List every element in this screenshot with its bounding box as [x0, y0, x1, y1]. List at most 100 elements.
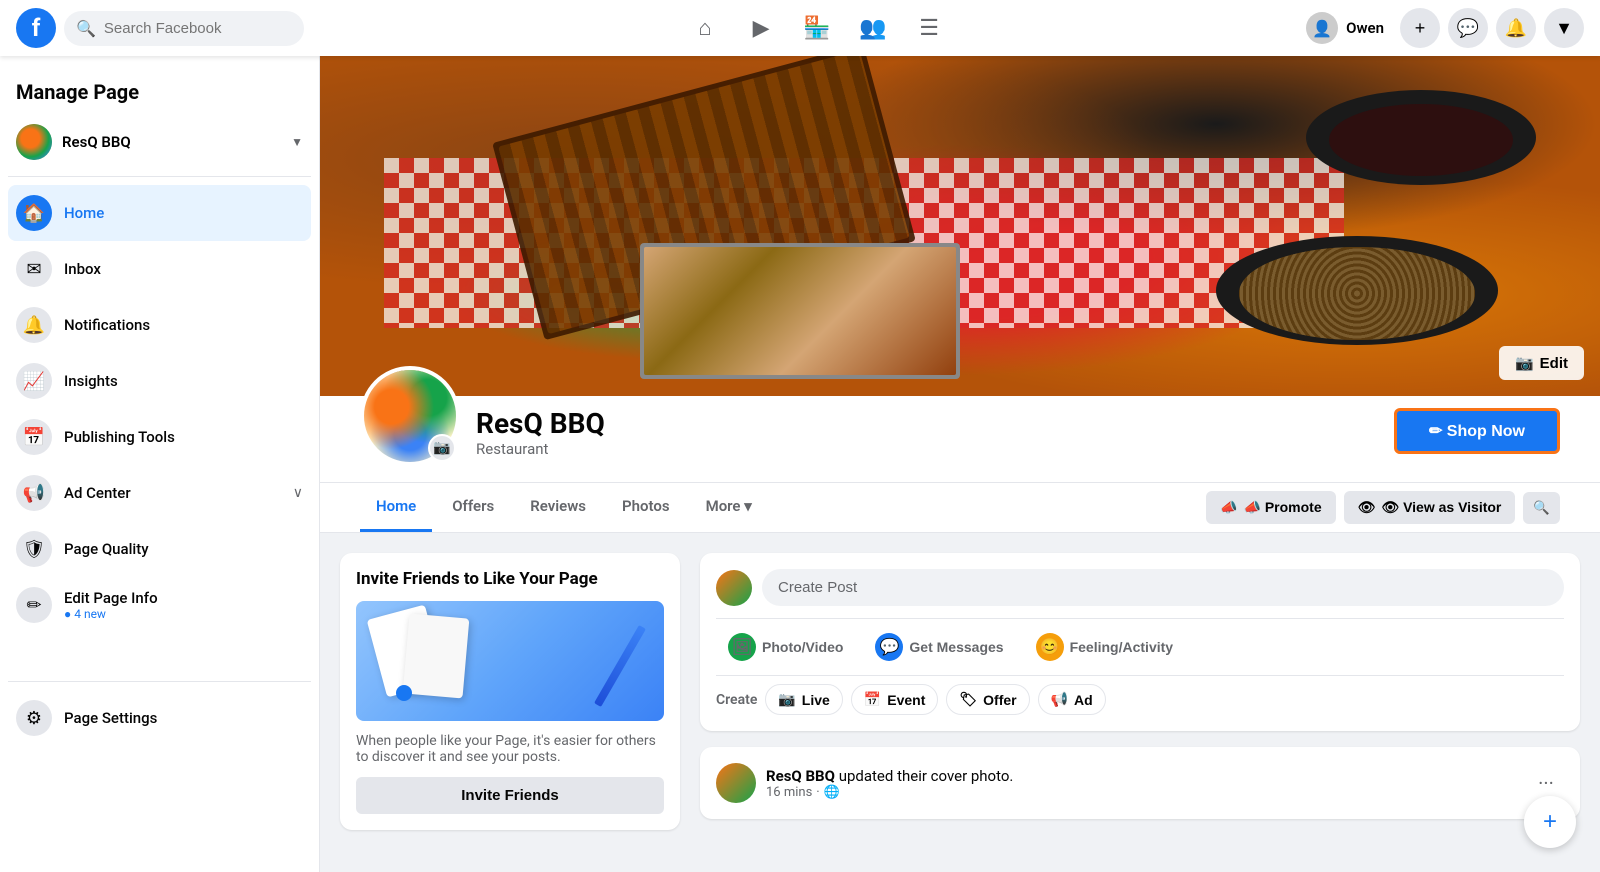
cover-photo: 📷 Edit: [320, 56, 1600, 396]
live-label: Live: [802, 692, 830, 708]
sidebar-item-ad-center[interactable]: 📢 Ad Center ∨: [8, 465, 311, 521]
create-post-divider: [716, 618, 1564, 619]
page-text-info: ResQ BBQ Restaurant: [476, 407, 1378, 466]
create-post-placeholder: Create Post: [778, 579, 857, 596]
insights-icon: 📈: [16, 363, 52, 399]
page-actions: ✏ Shop Now: [1394, 408, 1560, 466]
create-post-area: Create Post 🖼 Photo/Video 💬 Get Messages: [700, 553, 1580, 830]
topnav-left: f 🔍: [16, 8, 336, 48]
sidebar-item-label-page-quality: Page Quality: [64, 540, 303, 558]
tab-more[interactable]: More ▾: [690, 483, 768, 532]
nav-menu-button[interactable]: ☰: [905, 4, 953, 52]
gear-icon: ⚙: [16, 700, 52, 736]
globe-icon: ·: [816, 785, 819, 800]
dot1: [396, 685, 412, 701]
offer-button[interactable]: 🏷 Offer: [946, 684, 1029, 715]
layout: Manage Page ResQ BBQ ▼ 🏠 Home ✉ Inbox 🔔 …: [0, 56, 1600, 872]
offer-label: Offer: [983, 692, 1016, 708]
create-post-header: Create Post: [716, 569, 1564, 606]
tab-photos[interactable]: Photos: [606, 483, 686, 532]
facebook-logo[interactable]: f: [16, 8, 56, 48]
offer-icon: 🏷: [959, 691, 977, 708]
page-logo-wrap: 📷: [360, 366, 460, 466]
shop-now-button[interactable]: ✏ Shop Now: [1394, 408, 1560, 454]
view-as-visitor-button[interactable]: 👁 👁 View as Visitor: [1344, 491, 1516, 524]
create-label: Create: [716, 692, 757, 708]
sidebar-item-label-ad-center: Ad Center: [64, 484, 281, 502]
sidebar-item-insights[interactable]: 📈 Insights: [8, 353, 311, 409]
camera-small-icon: 📷: [433, 440, 450, 456]
ad-button[interactable]: 📢 Ad: [1038, 684, 1106, 715]
nav-store-button[interactable]: 🏪: [793, 4, 841, 52]
search-page-icon: 🔍: [1533, 500, 1550, 515]
cover-edit-button[interactable]: 📷 Edit: [1499, 346, 1584, 380]
bowl1-image: [1306, 90, 1536, 185]
sidebar-item-page-quality[interactable]: 🛡 Page Quality: [8, 521, 311, 577]
event-button[interactable]: 📅 Event: [851, 684, 939, 715]
page-name: ResQ BBQ: [476, 407, 1378, 440]
post-time: 16 mins · 🌐: [766, 785, 1518, 800]
sidebar-item-home[interactable]: 🏠 Home: [8, 185, 311, 241]
page-quality-icon: 🛡: [16, 531, 52, 567]
fab-button[interactable]: +: [1524, 796, 1576, 848]
page-avatar-small: [16, 124, 52, 160]
sidebar-item-label-notifications: Notifications: [64, 316, 303, 334]
invite-friends-button[interactable]: Invite Friends: [356, 777, 664, 814]
notification-button[interactable]: 🔔: [1496, 8, 1536, 48]
sidebar-item-publishing-tools[interactable]: 📅 Publishing Tools: [8, 409, 311, 465]
create-actions-row: Create 📷 Live 📅 Event 🏷: [716, 684, 1564, 715]
nav-video-button[interactable]: ▶: [737, 4, 785, 52]
invite-illustration-inner: [356, 601, 664, 721]
recent-post-card: ResQ BBQ updated their cover photo. 16 m…: [700, 747, 1580, 819]
messenger-button[interactable]: 💬: [1448, 8, 1488, 48]
home-icon: 🏠: [16, 195, 52, 231]
event-icon: 📅: [864, 691, 881, 708]
promote-button[interactable]: 📣 📣 Promote: [1206, 491, 1336, 524]
bowl2-inner: [1239, 247, 1476, 339]
pencil: [594, 625, 646, 707]
tab-reviews[interactable]: Reviews: [514, 483, 602, 532]
page-logo-camera-button[interactable]: 📷: [428, 434, 456, 462]
user-pill[interactable]: 👤 Owen: [1298, 8, 1392, 48]
add-button[interactable]: +: [1400, 8, 1440, 48]
eye-icon: 👁: [1358, 499, 1376, 516]
food-items: [320, 56, 1600, 396]
sidebar: Manage Page ResQ BBQ ▼ 🏠 Home ✉ Inbox 🔔 …: [0, 56, 320, 872]
main-content: 📷 Edit 📷 ResQ BBQ Restaurant: [320, 56, 1600, 872]
tab-offers[interactable]: Offers: [436, 483, 510, 532]
create-post-actions: 🖼 Photo/Video 💬 Get Messages 😊 Feeling/A…: [716, 627, 1564, 667]
fb-logo-text: f: [32, 14, 41, 42]
live-icon: 📷: [778, 691, 795, 708]
search-page-button[interactable]: 🔍: [1523, 492, 1560, 524]
post-header: ResQ BBQ updated their cover photo. 16 m…: [716, 763, 1564, 803]
get-messages-button[interactable]: 💬 Get Messages: [863, 627, 1015, 667]
tab-home[interactable]: Home: [360, 483, 432, 532]
search-bar-container[interactable]: 🔍: [64, 11, 304, 46]
create-post-input[interactable]: Create Post: [762, 569, 1564, 606]
create-post-card: Create Post 🖼 Photo/Video 💬 Get Messages: [700, 553, 1580, 731]
food-plate: [640, 243, 960, 379]
page-selector[interactable]: ResQ BBQ ▼: [8, 116, 311, 168]
view-visitor-label: 👁 View as Visitor: [1381, 499, 1501, 516]
avatar: 👤: [1306, 12, 1338, 44]
photo-video-button[interactable]: 🖼 Photo/Video: [716, 627, 855, 667]
search-input[interactable]: [104, 20, 292, 37]
page-tabs: Home Offers Reviews Photos More ▾ 📣 📣 Pr…: [320, 483, 1600, 533]
sidebar-item-edit-page-info[interactable]: ✏ Edit Page Info ● 4 new: [8, 577, 311, 633]
cover-edit-label: Edit: [1540, 355, 1568, 372]
feeling-activity-button[interactable]: 😊 Feeling/Activity: [1024, 627, 1185, 667]
content-area: Invite Friends to Like Your Page When pe…: [320, 533, 1600, 850]
nav-home-button[interactable]: ⌂: [681, 4, 729, 52]
sidebar-item-page-settings[interactable]: ⚙ Page Settings: [8, 690, 311, 746]
live-button[interactable]: 📷 Live: [765, 684, 842, 715]
nav-groups-button[interactable]: 👥: [849, 4, 897, 52]
user-name: Owen: [1346, 19, 1384, 37]
post-meta: ResQ BBQ updated their cover photo. 16 m…: [766, 767, 1518, 800]
sidebar-item-notifications[interactable]: 🔔 Notifications: [8, 297, 311, 353]
ad-label: Ad: [1074, 692, 1093, 708]
sidebar-item-inbox[interactable]: ✉ Inbox: [8, 241, 311, 297]
dropdown-button[interactable]: ▼: [1544, 8, 1584, 48]
camera-icon: 📷: [1515, 354, 1534, 372]
post-avatar: [716, 763, 756, 803]
manage-page-title: Manage Page: [8, 72, 311, 116]
